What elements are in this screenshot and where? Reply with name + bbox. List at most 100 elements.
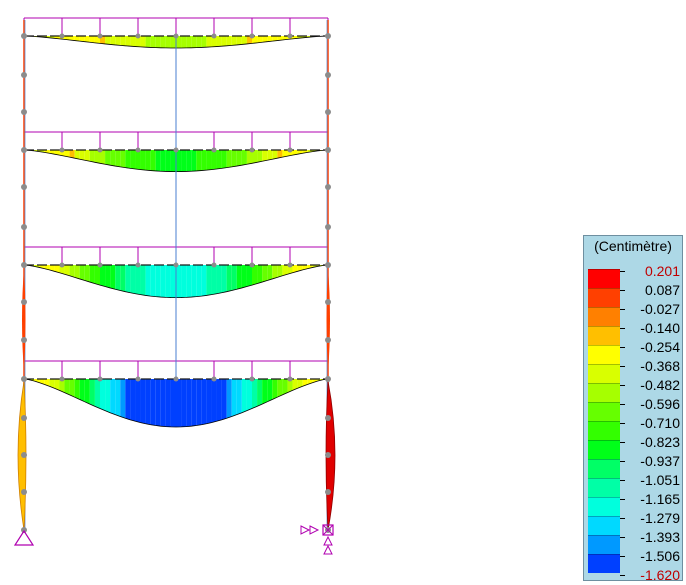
node [59, 262, 65, 268]
beam-deflection-segment [236, 265, 242, 290]
beam-deflection-segment [170, 265, 176, 298]
node [21, 337, 27, 343]
beam-deflection-segment [257, 265, 263, 284]
beam-deflection-segment [206, 150, 212, 171]
beam-deflection-segment [89, 36, 95, 43]
beam-deflection-segment [181, 379, 187, 427]
beam-deflection-segment [191, 36, 197, 48]
beam-deflection-segment [130, 150, 136, 170]
beam-deflection-segment [135, 265, 141, 295]
node [249, 376, 255, 382]
beam-deflection-segment [125, 36, 131, 47]
beam-deflection-segment [226, 265, 232, 292]
beam-deflection-segment [100, 379, 106, 411]
beam-deflection-segment [64, 379, 70, 395]
legend-value-label: -1.165 [620, 490, 680, 509]
beam-deflection-segment [231, 36, 237, 46]
beam-deflection-segment [74, 150, 80, 160]
node [287, 262, 293, 268]
node [21, 147, 27, 153]
beam-deflection-segment [74, 379, 80, 400]
beam-deflection-segment [262, 36, 268, 43]
node [173, 262, 179, 268]
beam-deflection-segment [160, 379, 166, 427]
legend-color-bar [588, 269, 620, 573]
beam-deflection-segment [221, 379, 227, 420]
beam-deflection-segment [206, 379, 212, 424]
node [325, 489, 331, 495]
beam-deflection-segment [176, 265, 182, 298]
node [325, 299, 331, 305]
node [173, 376, 179, 382]
beam-deflection-segment [115, 379, 121, 417]
beam-deflection-segment [201, 379, 207, 425]
beam-deflection-segment [252, 379, 258, 409]
beam-deflection-segment [105, 150, 111, 166]
node [211, 262, 217, 268]
legend-value-label: -0.140 [620, 319, 680, 338]
beam-deflection-segment [155, 265, 161, 298]
legend-swatch [588, 478, 620, 497]
beam-deflection-segment [155, 150, 161, 172]
beam-deflection-segment [216, 265, 222, 294]
beam-deflection-segment [201, 150, 207, 171]
beam-deflection-segment [252, 265, 258, 286]
node [173, 147, 179, 153]
beam-deflection-segment [181, 150, 187, 172]
legend-value-label: -0.596 [620, 395, 680, 414]
node [21, 489, 27, 495]
beam-deflection-segment [186, 265, 192, 298]
beam-deflection-segment [130, 265, 136, 294]
beam-deflection-segment [89, 265, 95, 284]
beam-deflection-segment [140, 36, 146, 48]
node [249, 147, 255, 153]
beam-deflection-segment [120, 150, 126, 168]
beam-deflection-segment [262, 379, 268, 405]
node [21, 415, 27, 421]
beam-deflection-segment [211, 265, 217, 295]
legend-value-label: 0.201 [620, 262, 680, 281]
legend-value-label: -1.051 [620, 471, 680, 490]
beam-deflection-segment [140, 265, 146, 296]
beam-deflection-segment [89, 150, 95, 163]
beam-deflection-segment [196, 150, 202, 171]
node [325, 184, 331, 190]
node [287, 33, 293, 39]
beam-deflection-segment [211, 150, 217, 170]
beam-deflection-segment [181, 265, 187, 298]
beam-deflection-segment [170, 379, 176, 427]
node [59, 376, 65, 382]
beam-deflection-segment [226, 379, 232, 419]
legend-swatch [588, 459, 620, 478]
legend-title: (Centimètre) [594, 238, 672, 254]
beam-deflection-segment [272, 379, 278, 400]
legend-swatch [588, 497, 620, 516]
legend-swatch [588, 421, 620, 440]
beam-deflection-segment [241, 150, 247, 166]
beam-deflection-segment [262, 150, 268, 162]
beam-deflection-segment [74, 265, 80, 279]
node [325, 147, 331, 153]
deflection-legend: (Centimètre) 0.201 0.087 -0.027 -0.140 -0.25… [583, 235, 683, 583]
beam-deflection-segment [120, 379, 126, 419]
beam-deflection-segment [236, 36, 242, 45]
beam-deflection-segment [130, 36, 136, 47]
node [21, 224, 27, 230]
node [21, 184, 27, 190]
beam-deflection-segment [140, 150, 146, 171]
beam-deflection-segment [176, 150, 182, 172]
node [97, 262, 103, 268]
beam-deflection-segment [246, 265, 252, 287]
legend-value-label: -0.710 [620, 414, 680, 433]
beam-deflection-segment [257, 379, 263, 407]
beam-deflection-segment [140, 379, 146, 424]
beam-deflection-segment [257, 36, 263, 43]
node [211, 376, 217, 382]
legend-swatch [588, 364, 620, 383]
node [21, 72, 27, 78]
beam-deflection-segment [216, 379, 222, 422]
legend-value-label: -1.279 [620, 509, 680, 528]
legend-value-label: -0.027 [620, 300, 680, 319]
legend-swatch [588, 307, 620, 326]
beam-deflection-segment [206, 265, 212, 296]
